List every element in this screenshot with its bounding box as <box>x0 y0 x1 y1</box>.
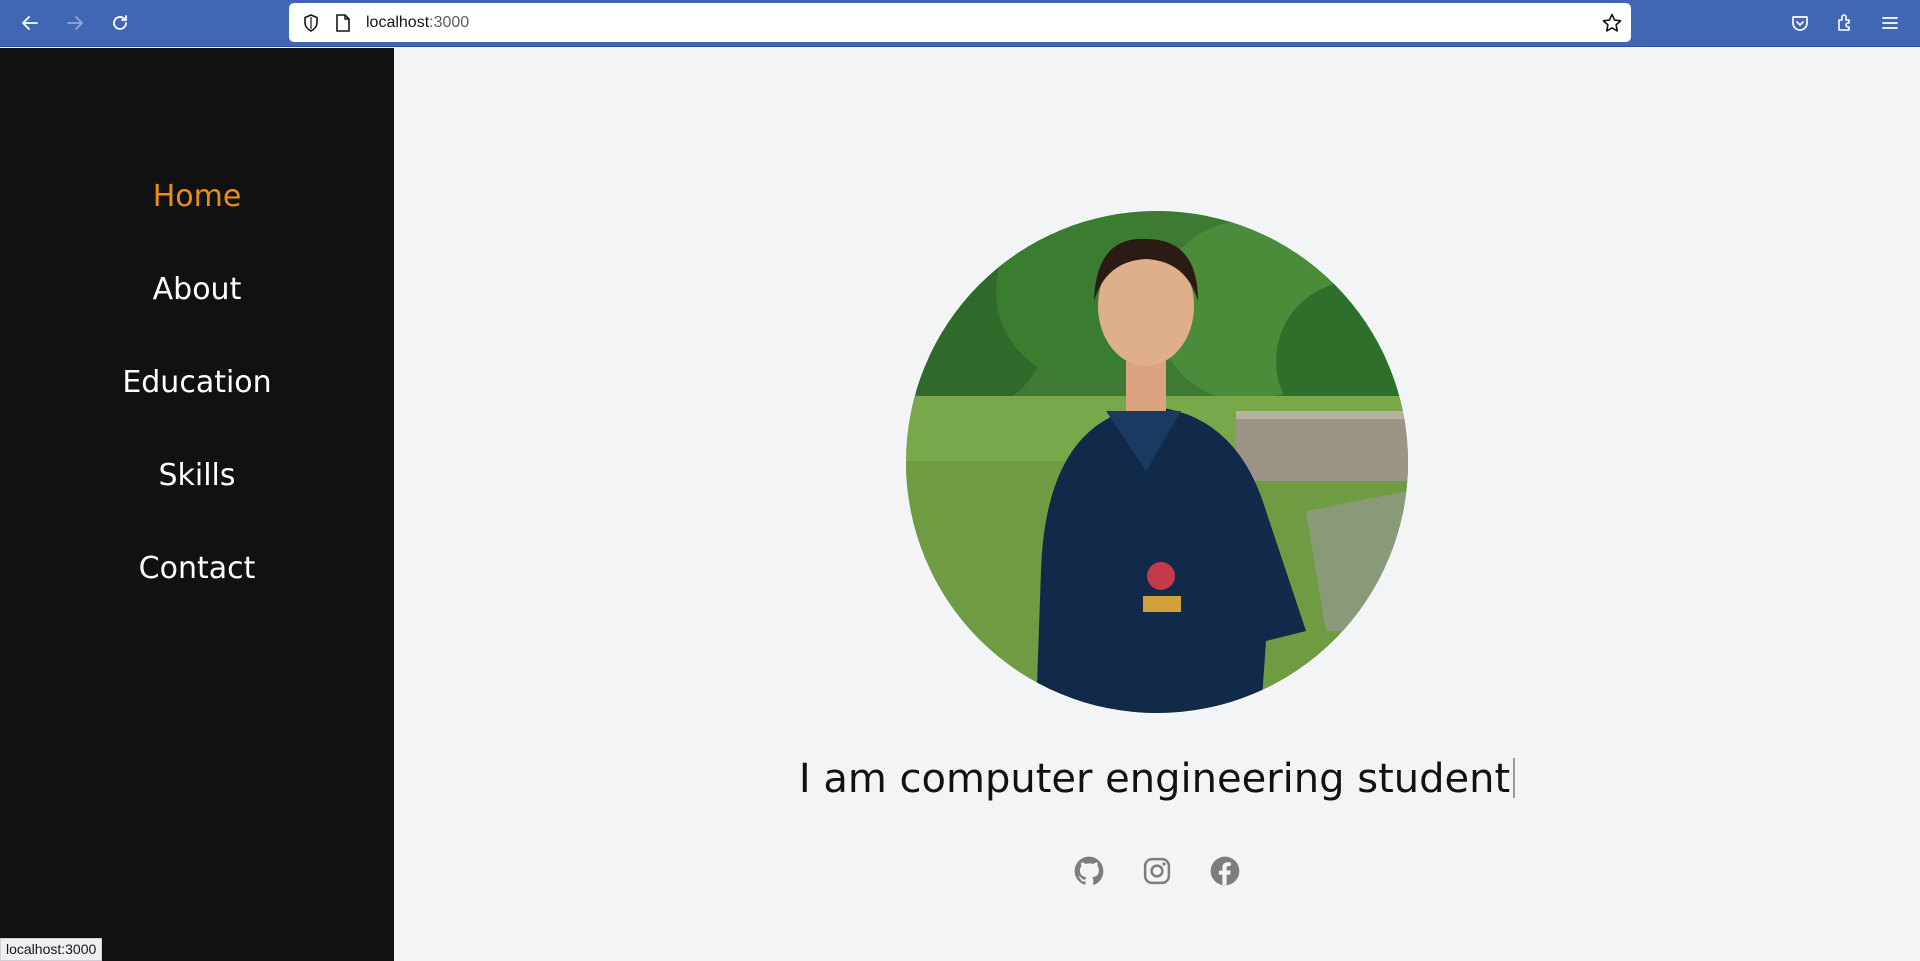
back-arrow-icon[interactable] <box>15 8 45 38</box>
profile-photo <box>906 211 1408 713</box>
extensions-icon[interactable] <box>1831 9 1859 37</box>
url-bar[interactable]: localhost:3000 <box>289 3 1631 42</box>
menu-hamburger-icon[interactable] <box>1876 9 1904 37</box>
main-content: I am computer engineering student <box>394 48 1920 961</box>
page-icon <box>334 13 352 37</box>
sidebar-item-home[interactable]: Home <box>0 177 394 217</box>
shield-icon[interactable] <box>301 13 321 37</box>
social-links <box>394 856 1920 886</box>
typing-cursor <box>1513 758 1516 798</box>
url-text: localhost:3000 <box>366 14 470 31</box>
sidebar-item-skills[interactable]: Skills <box>0 456 394 496</box>
forward-arrow-icon[interactable] <box>60 8 90 38</box>
hero-tagline: I am computer engineering student <box>394 754 1920 804</box>
status-bar-url: localhost:3000 <box>0 938 103 961</box>
facebook-icon[interactable] <box>1210 856 1240 886</box>
reload-icon[interactable] <box>105 8 135 38</box>
github-icon[interactable] <box>1074 856 1104 886</box>
instagram-icon[interactable] <box>1142 856 1172 886</box>
bookmark-star-icon[interactable] <box>1601 12 1623 38</box>
sidebar-item-education[interactable]: Education <box>0 363 394 403</box>
sidebar-item-about[interactable]: About <box>0 270 394 310</box>
browser-toolbar: localhost:3000 <box>0 0 1920 47</box>
sidebar-nav: Home About Education Skills Contact <box>0 48 394 961</box>
sidebar-item-contact[interactable]: Contact <box>0 549 394 589</box>
pocket-icon[interactable] <box>1786 9 1814 37</box>
